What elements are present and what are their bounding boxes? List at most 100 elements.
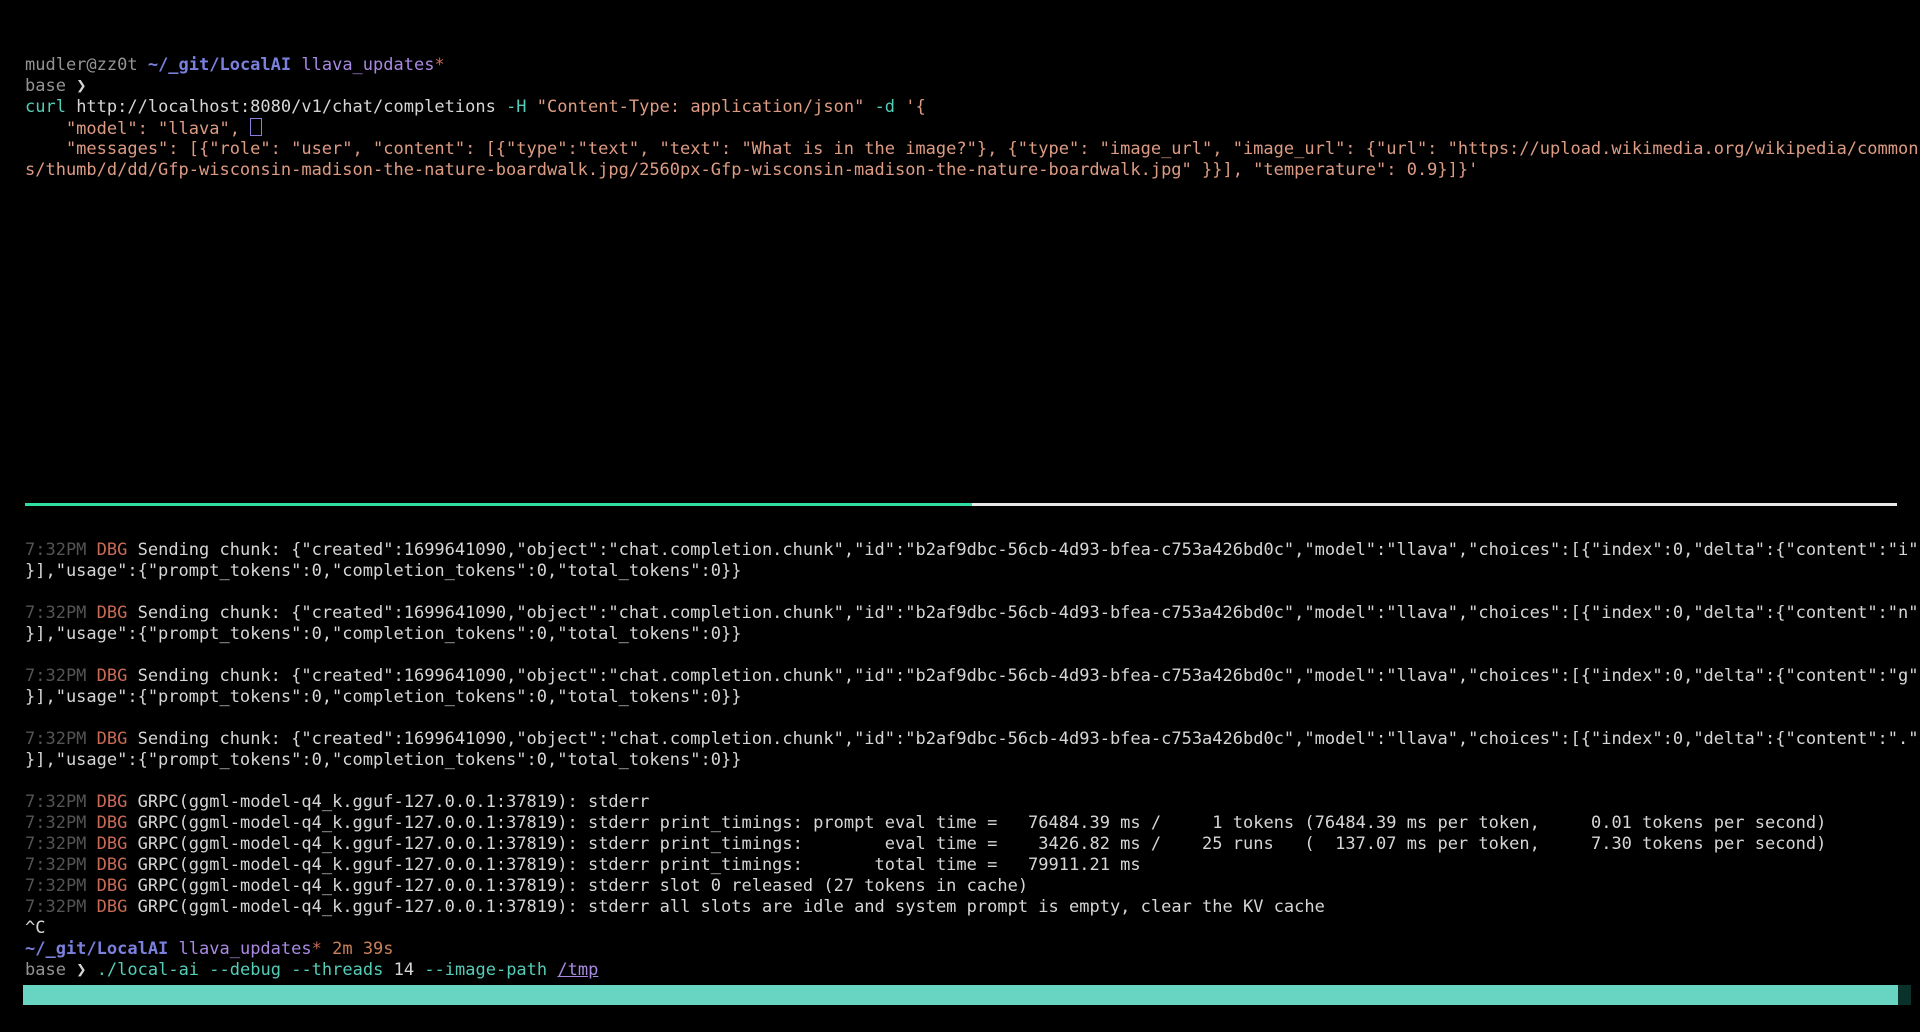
- text-segment: DBG: [97, 897, 128, 917]
- terminal-line: 7:32PM DBG Sending chunk: {"created":169…: [25, 729, 1920, 750]
- text-segment: --image-path: [424, 960, 547, 980]
- pane-divider-inactive-segment: [972, 503, 1897, 506]
- pane-top-shell[interactable]: mudler@zz0t ~/_git/LocalAI llava_updates…: [25, 55, 1920, 181]
- text-segment: 2m 39s: [332, 939, 393, 959]
- text-segment: [86, 729, 96, 749]
- text-segment: ~/_git/LocalAI: [148, 55, 291, 75]
- text-segment: DBG: [97, 729, 128, 749]
- pane-divider-active-segment: [25, 503, 972, 506]
- text-segment: GRPC(ggml-model-q4_k.gguf-127.0.0.1:3781…: [127, 834, 1826, 854]
- terminal-line: [25, 645, 1920, 666]
- text-segment: Sending chunk: {"created":1699641090,"ob…: [127, 729, 1920, 749]
- text-segment: [895, 97, 905, 117]
- pane-divider: [25, 503, 1897, 506]
- text-segment: DBG: [97, 792, 128, 812]
- text-segment: http://localhost:8080/v1/chat/completion…: [66, 97, 506, 117]
- text-segment: [281, 960, 291, 980]
- terminal-line: s/thumb/d/dd/Gfp-wisconsin-madison-the-n…: [25, 160, 1920, 181]
- text-segment: 14: [394, 960, 414, 980]
- terminal-line: }],"usage":{"prompt_tokens":0,"completio…: [25, 687, 1920, 708]
- terminal-line: ~/_git/LocalAI llava_updates* 2m 39s: [25, 939, 1920, 960]
- text-segment: 7:32PM: [25, 813, 86, 833]
- terminal-line: "model": "llava",: [25, 118, 1920, 139]
- text-segment: DBG: [97, 666, 128, 686]
- text-segment: llava_updates: [179, 939, 312, 959]
- text-segment: 7:32PM: [25, 855, 86, 875]
- terminal-line: }],"usage":{"prompt_tokens":0,"completio…: [25, 561, 1920, 582]
- text-segment: [291, 55, 301, 75]
- text-segment: *: [434, 55, 444, 75]
- terminal-line: mudler@zz0t ~/_git/LocalAI llava_updates…: [25, 55, 1920, 76]
- text-segment: GRPC(ggml-model-q4_k.gguf-127.0.0.1:3781…: [127, 792, 649, 812]
- text-segment: }],"usage":{"prompt_tokens":0,"completio…: [25, 687, 741, 707]
- text-segment: Sending chunk: {"created":1699641090,"ob…: [127, 540, 1920, 560]
- text-cursor: [250, 118, 262, 136]
- terminal-line: base ❯ ./local-ai --debug --threads 14 -…: [25, 960, 1920, 981]
- text-segment: mudler@zz0t: [25, 55, 148, 75]
- text-segment: base: [25, 960, 76, 980]
- text-segment: [547, 960, 557, 980]
- text-segment: [86, 960, 96, 980]
- text-segment: '{: [905, 97, 925, 117]
- tmux-status-right-cap: [1898, 985, 1911, 1005]
- text-segment: 7:32PM: [25, 603, 86, 623]
- text-segment: [383, 960, 393, 980]
- text-segment: [86, 876, 96, 896]
- text-segment: 7:32PM: [25, 876, 86, 896]
- text-segment: [86, 603, 96, 623]
- text-segment: "messages": [{"role": "user", "content":…: [25, 139, 1918, 159]
- text-segment: DBG: [97, 855, 128, 875]
- text-segment: 7:32PM: [25, 729, 86, 749]
- text-segment: DBG: [97, 813, 128, 833]
- terminal-line: ^C: [25, 918, 1920, 939]
- terminal-line: [25, 771, 1920, 792]
- terminal-line: 7:32PM DBG GRPC(ggml-model-q4_k.gguf-127…: [25, 897, 1920, 918]
- terminal-line: 7:32PM DBG Sending chunk: {"created":169…: [25, 540, 1920, 561]
- tmux-status-bar: [0] <0:zsh 21:zsh 22:zsh 23:zsh 24:zsh 2…: [23, 985, 1911, 1005]
- text-segment: [86, 540, 96, 560]
- text-segment: -d: [875, 97, 895, 117]
- text-segment: -H: [506, 97, 526, 117]
- text-segment: Sending chunk: {"created":1699641090,"ob…: [127, 666, 1920, 686]
- text-segment: /tmp: [557, 960, 598, 980]
- text-segment: "model": "llava",: [25, 119, 250, 139]
- text-segment: --threads: [291, 960, 383, 980]
- pane-bottom-logs[interactable]: 7:32PM DBG Sending chunk: {"created":169…: [25, 540, 1920, 981]
- text-segment: [864, 97, 874, 117]
- text-segment: }],"usage":{"prompt_tokens":0,"completio…: [25, 561, 741, 581]
- terminal-line: "messages": [{"role": "user", "content":…: [25, 139, 1920, 160]
- text-segment: "Content-Type: application/json": [537, 97, 865, 117]
- text-segment: llava_updates: [301, 55, 434, 75]
- terminal-window[interactable]: mudler@zz0t ~/_git/LocalAI llava_updates…: [0, 0, 1920, 1032]
- text-segment: }],"usage":{"prompt_tokens":0,"completio…: [25, 750, 741, 770]
- text-segment: 7:32PM: [25, 897, 86, 917]
- terminal-line: 7:32PM DBG GRPC(ggml-model-q4_k.gguf-127…: [25, 855, 1920, 876]
- text-segment: [86, 666, 96, 686]
- text-segment: [86, 834, 96, 854]
- text-segment: }],"usage":{"prompt_tokens":0,"completio…: [25, 624, 741, 644]
- terminal-line: 7:32PM DBG Sending chunk: {"created":169…: [25, 603, 1920, 624]
- text-segment: Sending chunk: {"created":1699641090,"ob…: [127, 603, 1920, 623]
- text-segment: [199, 960, 209, 980]
- text-segment: --debug: [209, 960, 281, 980]
- text-segment: GRPC(ggml-model-q4_k.gguf-127.0.0.1:3781…: [127, 813, 1826, 833]
- terminal-line: curl http://localhost:8080/v1/chat/compl…: [25, 97, 1920, 118]
- terminal-line: 7:32PM DBG Sending chunk: {"created":169…: [25, 666, 1920, 687]
- text-segment: 7:32PM: [25, 792, 86, 812]
- text-segment: DBG: [97, 876, 128, 896]
- text-segment: ^C: [25, 918, 45, 938]
- terminal-line: }],"usage":{"prompt_tokens":0,"completio…: [25, 624, 1920, 645]
- terminal-line: 7:32PM DBG GRPC(ggml-model-q4_k.gguf-127…: [25, 834, 1920, 855]
- text-segment: *: [312, 939, 322, 959]
- text-segment: GRPC(ggml-model-q4_k.gguf-127.0.0.1:3781…: [127, 876, 1028, 896]
- text-segment: [86, 813, 96, 833]
- text-segment: base: [25, 76, 76, 96]
- text-segment: [86, 897, 96, 917]
- text-segment: DBG: [97, 834, 128, 854]
- text-segment: ~/_git/LocalAI: [25, 939, 168, 959]
- text-segment: curl: [25, 97, 66, 117]
- text-segment: GRPC(ggml-model-q4_k.gguf-127.0.0.1:3781…: [127, 855, 1140, 875]
- text-segment: 7:32PM: [25, 540, 86, 560]
- text-segment: GRPC(ggml-model-q4_k.gguf-127.0.0.1:3781…: [127, 897, 1324, 917]
- text-segment: 7:32PM: [25, 834, 86, 854]
